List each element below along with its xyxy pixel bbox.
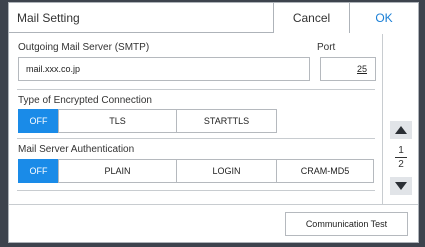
smtp-server-field[interactable]: mail.xxx.co.jp bbox=[18, 57, 310, 81]
divider bbox=[17, 190, 375, 191]
port-label: Port bbox=[317, 42, 336, 53]
auth-cram-md5-button[interactable]: CRAM-MD5 bbox=[276, 159, 374, 183]
current-page: 1 bbox=[398, 145, 404, 156]
mail-setting-dialog: Mail Setting Cancel OK Outgoing Mail Ser… bbox=[8, 2, 419, 243]
auth-login-button[interactable]: LOGIN bbox=[176, 159, 277, 183]
up-arrow-icon bbox=[395, 126, 407, 134]
encryption-label: Type of Encrypted Connection bbox=[18, 95, 152, 106]
communication-test-button[interactable]: Communication Test bbox=[285, 212, 408, 236]
divider bbox=[17, 138, 375, 139]
page-navigator: 1 2 bbox=[384, 34, 418, 204]
divider bbox=[17, 89, 375, 90]
page-down-button[interactable] bbox=[390, 177, 412, 195]
cancel-button[interactable]: Cancel bbox=[273, 3, 349, 33]
ok-button[interactable]: OK bbox=[349, 3, 418, 33]
dialog-title: Mail Setting bbox=[17, 11, 80, 25]
encryption-tls-button[interactable]: TLS bbox=[58, 109, 177, 133]
total-pages: 2 bbox=[398, 159, 404, 170]
auth-plain-button[interactable]: PLAIN bbox=[58, 159, 177, 183]
authentication-label: Mail Server Authentication bbox=[18, 144, 135, 155]
page-fraction-line bbox=[395, 157, 407, 158]
encryption-starttls-button[interactable]: STARTTLS bbox=[176, 109, 277, 133]
authentication-segmented-control: OFF PLAIN LOGIN CRAM-MD5 bbox=[18, 159, 374, 183]
page-up-button[interactable] bbox=[390, 121, 412, 139]
dialog-header: Mail Setting Cancel OK bbox=[9, 3, 418, 33]
encryption-segmented-control: OFF TLS STARTTLS bbox=[18, 109, 277, 133]
auth-off-button[interactable]: OFF bbox=[18, 159, 59, 183]
encryption-off-button[interactable]: OFF bbox=[18, 109, 59, 133]
smtp-label: Outgoing Mail Server (SMTP) bbox=[18, 42, 150, 53]
dialog-footer: Communication Test bbox=[9, 204, 418, 242]
port-field[interactable]: 25 bbox=[320, 57, 376, 81]
down-arrow-icon bbox=[395, 182, 407, 190]
settings-panel: Outgoing Mail Server (SMTP) Port mail.xx… bbox=[9, 34, 383, 204]
